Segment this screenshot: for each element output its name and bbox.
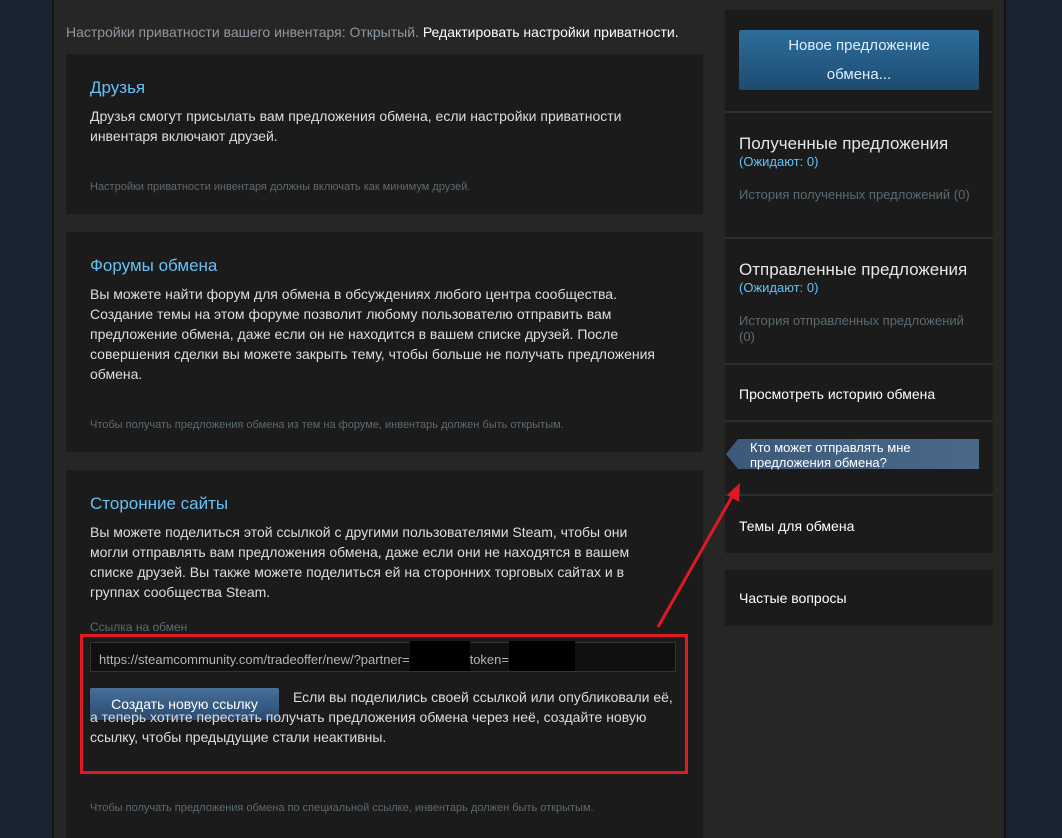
trade-link-field[interactable]: https://steamcommunity.com/tradeoffer/ne…: [90, 641, 676, 672]
received-offers-pending[interactable]: (Ожидают: 0): [739, 154, 818, 169]
trade-link-token-part: token=: [469, 651, 509, 667]
new-link-explanation: Если вы поделились своей ссылкой или опу…: [90, 689, 673, 745]
who-can-send-offers-link[interactable]: Кто может отправлять мне предложения обм…: [726, 439, 979, 470]
new-trade-offer-button[interactable]: Новое предложение обмена...: [739, 30, 979, 90]
divider: [725, 363, 993, 365]
sidebar-main-panel: Новое предложение обмена... Полученные п…: [725, 10, 993, 553]
trade-link-url-part: https://steamcommunity.com/tradeoffer/ne…: [99, 651, 410, 667]
third-party-description: Вы можете поделиться этой ссылкой с друг…: [90, 524, 630, 600]
page-edge: [1004, 0, 1006, 838]
trade-forums-note: Чтобы получать предложения обмена из тем…: [90, 419, 564, 431]
page-edge: [52, 0, 54, 838]
divider: [725, 420, 993, 422]
received-offers-title[interactable]: Полученные предложения: [739, 134, 948, 154]
friends-description: Друзья смогут присылать вам предложения …: [90, 108, 622, 144]
trade-settings-page: Настройки приватности вашего инвентаря: …: [52, 0, 1006, 838]
edit-privacy-link[interactable]: Редактировать настройки приватности.: [423, 24, 679, 40]
divider: [725, 111, 993, 113]
privacy-status-text: Настройки приватности вашего инвентаря: …: [66, 24, 419, 40]
sent-offers-history[interactable]: История отправленных предложений (0): [739, 313, 979, 345]
view-trade-history-link[interactable]: Просмотреть историю обмена: [739, 386, 935, 402]
friends-section: Друзья Друзья смогут присылать вам предл…: [66, 54, 703, 214]
sent-offers-title[interactable]: Отправленные предложения: [739, 260, 967, 280]
left-background: [0, 0, 52, 838]
friends-title: Друзья: [90, 78, 146, 97]
trade-link-label: Ссылка на обмен: [90, 620, 188, 634]
redacted-token: [508, 641, 575, 671]
redacted-partner-id: [409, 641, 470, 671]
trade-forums-description: Вы можете найти форум для обмена в обсуж…: [90, 286, 655, 382]
faq-panel: Частые вопросы: [725, 570, 993, 626]
faq-link[interactable]: Частые вопросы: [739, 590, 847, 606]
sent-offers-pending[interactable]: (Ожидают: 0): [739, 280, 818, 295]
divider: [725, 494, 993, 496]
third-party-sites-section: Сторонние сайты Вы можете поделиться это…: [66, 470, 703, 838]
trade-topics-link[interactable]: Темы для обмена: [739, 518, 854, 534]
third-party-title: Сторонние сайты: [90, 494, 229, 513]
received-offers-history[interactable]: История полученных предложений (0): [739, 187, 979, 203]
privacy-status-line: Настройки приватности вашего инвентаря: …: [66, 24, 679, 40]
new-offer-label-line2: обмена...: [826, 66, 892, 83]
trade-forums-section: Форумы обмена Вы можете найти форум для …: [66, 232, 703, 452]
who-can-send-offers-label: Кто может отправлять мне предложения обм…: [750, 440, 911, 470]
trade-forums-title: Форумы обмена: [90, 256, 218, 275]
divider: [725, 237, 993, 239]
right-background: [1006, 0, 1062, 838]
friends-note: Настройки приватности инвентаря должны в…: [90, 181, 471, 193]
new-offer-label-line1: Новое предложение: [788, 37, 930, 54]
third-party-note: Чтобы получать предложения обмена по спе…: [90, 802, 594, 814]
